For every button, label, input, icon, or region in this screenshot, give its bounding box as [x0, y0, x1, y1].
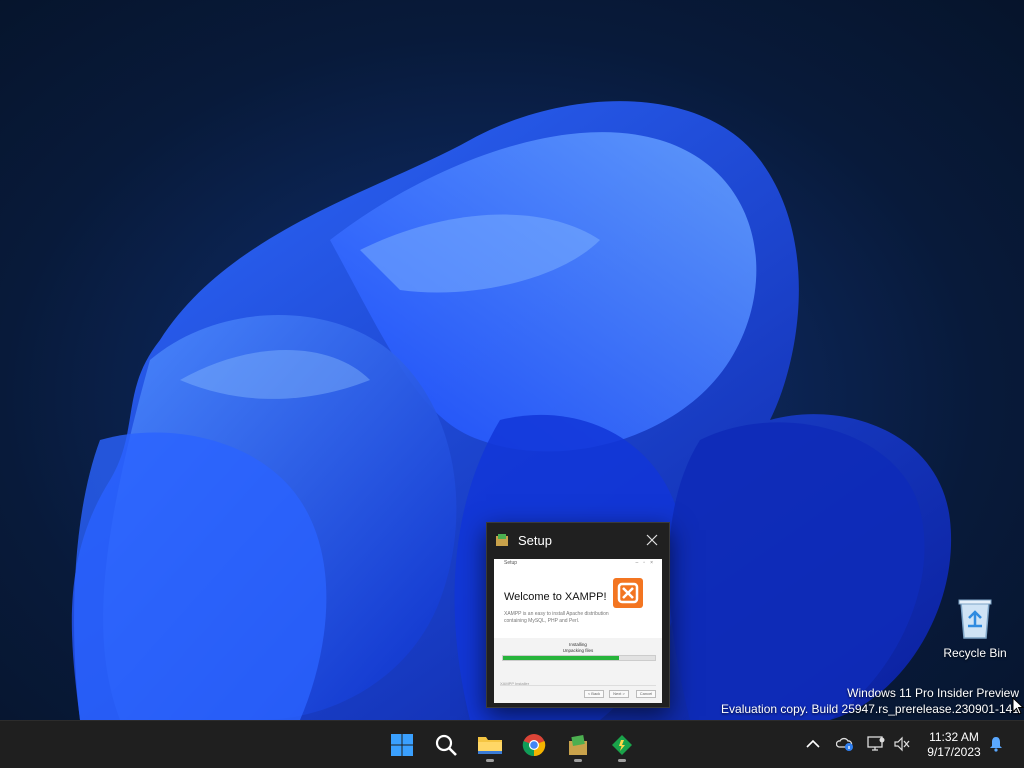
- bell-icon: [990, 737, 1002, 752]
- footer-divider: [500, 685, 656, 686]
- installer-preview: Setup –▫× Welcome to XAMPP! XAMPP is an …: [494, 559, 662, 703]
- network-tray-icon[interactable]: [867, 735, 885, 753]
- green-diamond-icon: [612, 735, 632, 755]
- installer-icon: [569, 735, 587, 755]
- close-button[interactable]: [635, 523, 669, 557]
- running-indicator: [486, 759, 494, 762]
- recycle-bin-label: Recycle Bin: [943, 646, 1007, 660]
- xampp-setup-taskbar-button[interactable]: [560, 727, 596, 763]
- watermark-edition: Windows 11 Pro Insider Preview: [847, 686, 1019, 700]
- cloud-info-icon: [836, 737, 853, 751]
- welcome-heading: Welcome to XAMPP!: [504, 591, 607, 603]
- chrome-button[interactable]: [516, 727, 552, 763]
- start-button[interactable]: [384, 727, 420, 763]
- setup-window[interactable]: Setup Setup –▫× Welcome to XAMPP! XAMPP …: [486, 522, 670, 708]
- install-progress-fill: [503, 656, 619, 660]
- xampp-logo-icon: [613, 578, 643, 608]
- clock-time: 11:32 AM: [929, 730, 979, 744]
- search-icon: [435, 734, 457, 756]
- volume-tray-icon[interactable]: [893, 735, 911, 753]
- installer-icon: [496, 534, 508, 546]
- green-app-button[interactable]: [604, 727, 640, 763]
- taskbar: 11:32 AM 9/17/2023: [0, 720, 1024, 768]
- watermark-build: Evaluation copy. Build 25947.rs_prerelea…: [721, 702, 1019, 716]
- notifications-button[interactable]: [987, 735, 1005, 753]
- network-icon: [867, 736, 885, 751]
- setup-titlebar[interactable]: Setup: [487, 523, 669, 557]
- inner-titlebar: Setup –▫×: [494, 559, 662, 568]
- folder-icon: [478, 737, 502, 754]
- recycle-bin-icon: [958, 599, 992, 639]
- windows-watermark: Windows 11 Pro Insider Preview Evaluatio…: [721, 685, 1019, 717]
- inner-window-controls: –▫×: [635, 560, 658, 566]
- recycle-bin-shortcut[interactable]: Recycle Bin: [940, 596, 1010, 660]
- running-indicator: [618, 759, 626, 762]
- next-button[interactable]: Next >: [609, 690, 629, 698]
- speaker-muted-icon: [894, 736, 910, 752]
- install-progress-bar: [502, 655, 656, 661]
- cancel-button[interactable]: Cancel: [636, 690, 656, 698]
- welcome-description: XAMPP is an easy to install Apache distr…: [504, 611, 609, 624]
- chrome-icon: [522, 734, 546, 757]
- back-button[interactable]: < Back: [584, 690, 604, 698]
- search-button[interactable]: [428, 727, 464, 763]
- desktop: Recycle Bin Windows 11 Pro Insider Previ…: [0, 0, 1024, 720]
- onedrive-tray-icon[interactable]: [836, 735, 854, 753]
- file-explorer-button[interactable]: [472, 727, 508, 763]
- taskbar-clock[interactable]: 11:32 AM 9/17/2023: [921, 730, 987, 760]
- setup-title: Setup: [518, 532, 552, 548]
- close-icon: [646, 534, 658, 546]
- windows-logo-icon: [391, 734, 413, 756]
- inner-title: Setup: [504, 560, 518, 566]
- welcome-banner: Welcome to XAMPP! XAMPP is an easy to in…: [494, 568, 662, 638]
- show-hidden-icons-button[interactable]: [804, 735, 822, 753]
- running-indicator: [574, 759, 582, 762]
- chevron-up-icon: [806, 739, 820, 748]
- install-substatus: Unpacking files: [562, 648, 594, 653]
- clock-date: 9/17/2023: [927, 745, 981, 759]
- install-status: Installing: [569, 642, 587, 647]
- xampp-logo-mark: [617, 582, 639, 604]
- mouse-cursor-icon: [1012, 697, 1024, 715]
